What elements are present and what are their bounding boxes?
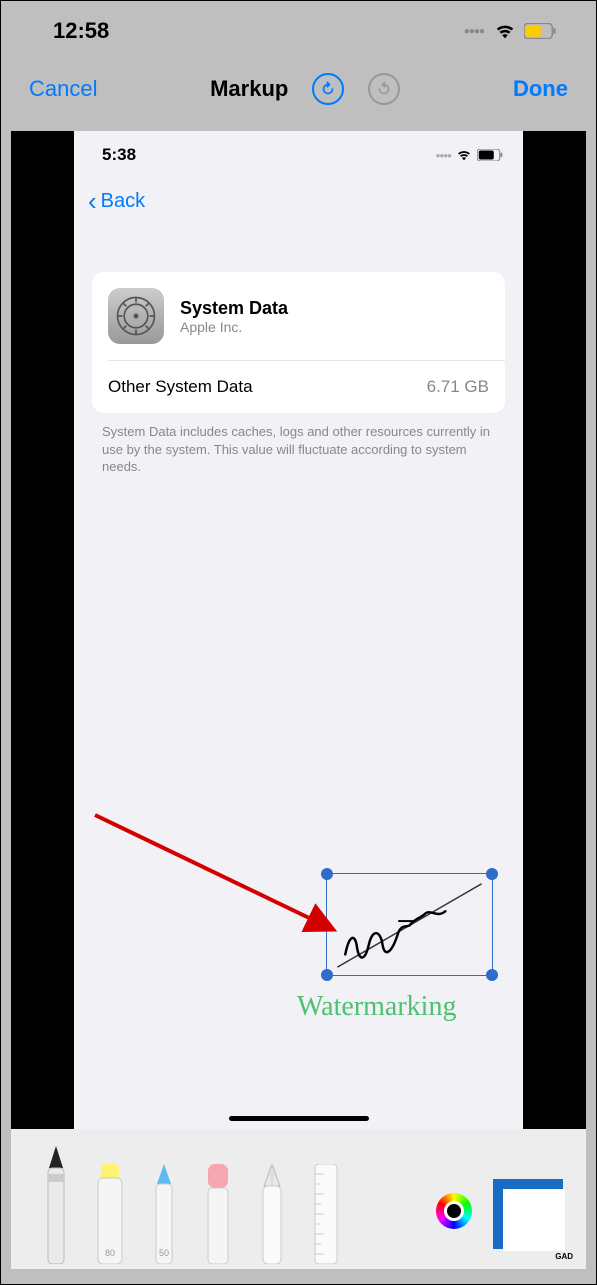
highlighter-tool[interactable]: 80 xyxy=(90,1164,130,1269)
outer-time: 12:58 xyxy=(31,18,109,44)
inner-battery-icon xyxy=(477,149,503,161)
redo-icon xyxy=(375,80,393,98)
lasso-tool[interactable] xyxy=(252,1164,292,1269)
inner-time: 5:38 xyxy=(102,145,136,165)
inner-wifi-icon xyxy=(456,149,472,161)
redo-button[interactable] xyxy=(368,73,400,105)
system-data-card: System Data Apple Inc. Other System Data… xyxy=(92,272,505,413)
outer-status-icons: ●●●● xyxy=(464,22,566,40)
add-tool-button[interactable]: GAD xyxy=(493,1179,571,1257)
inner-status-bar: 5:38 ●●●● xyxy=(74,131,523,171)
battery-icon xyxy=(524,23,556,39)
signature-selection-box[interactable] xyxy=(326,873,493,976)
wifi-icon xyxy=(494,22,516,40)
inner-screenshot: 5:38 ●●●● ‹ Back xyxy=(74,131,523,1129)
home-indicator xyxy=(229,1116,369,1121)
canvas-area[interactable]: 5:38 ●●●● ‹ Back xyxy=(11,131,586,1129)
svg-text:50: 50 xyxy=(159,1248,169,1258)
inner-cellular-dots-icon: ●●●● xyxy=(436,151,451,160)
undo-icon xyxy=(319,80,337,98)
markup-tools-panel: 80 50 xyxy=(11,1129,586,1269)
markup-toolbar: Cancel Markup Done xyxy=(1,61,596,123)
watermark-text-annotation[interactable]: Watermarking xyxy=(297,991,456,1023)
pen-tool[interactable] xyxy=(36,1146,76,1269)
watermark-brand-text: GAD xyxy=(555,1252,573,1261)
footer-description: System Data includes caches, logs and ot… xyxy=(102,423,495,476)
outer-status-bar: 12:58 ●●●● xyxy=(1,1,596,61)
cellular-dots-icon: ●●●● xyxy=(464,26,484,37)
cancel-button[interactable]: Cancel xyxy=(29,76,97,102)
chevron-left-icon: ‹ xyxy=(88,186,97,217)
svg-text:80: 80 xyxy=(105,1248,115,1258)
back-label: Back xyxy=(101,190,145,213)
current-color-icon xyxy=(444,1201,464,1221)
eraser-tool[interactable] xyxy=(198,1164,238,1269)
back-button: ‹ Back xyxy=(74,171,523,232)
settings-gear-icon xyxy=(108,288,164,344)
other-system-data-value: 6.71 GB xyxy=(427,377,489,397)
done-button[interactable]: Done xyxy=(513,76,568,102)
annotation-arrow-icon xyxy=(90,810,350,940)
ruler-tool[interactable] xyxy=(306,1164,346,1269)
signature-icon xyxy=(327,874,492,975)
card-subtitle: Apple Inc. xyxy=(180,319,288,335)
other-system-data-label: Other System Data xyxy=(108,377,253,397)
pencil-tool[interactable]: 50 xyxy=(144,1164,184,1269)
undo-button[interactable] xyxy=(312,73,344,105)
card-title: System Data xyxy=(180,298,288,319)
page-title: Markup xyxy=(210,76,288,102)
color-picker-button[interactable] xyxy=(436,1193,472,1229)
